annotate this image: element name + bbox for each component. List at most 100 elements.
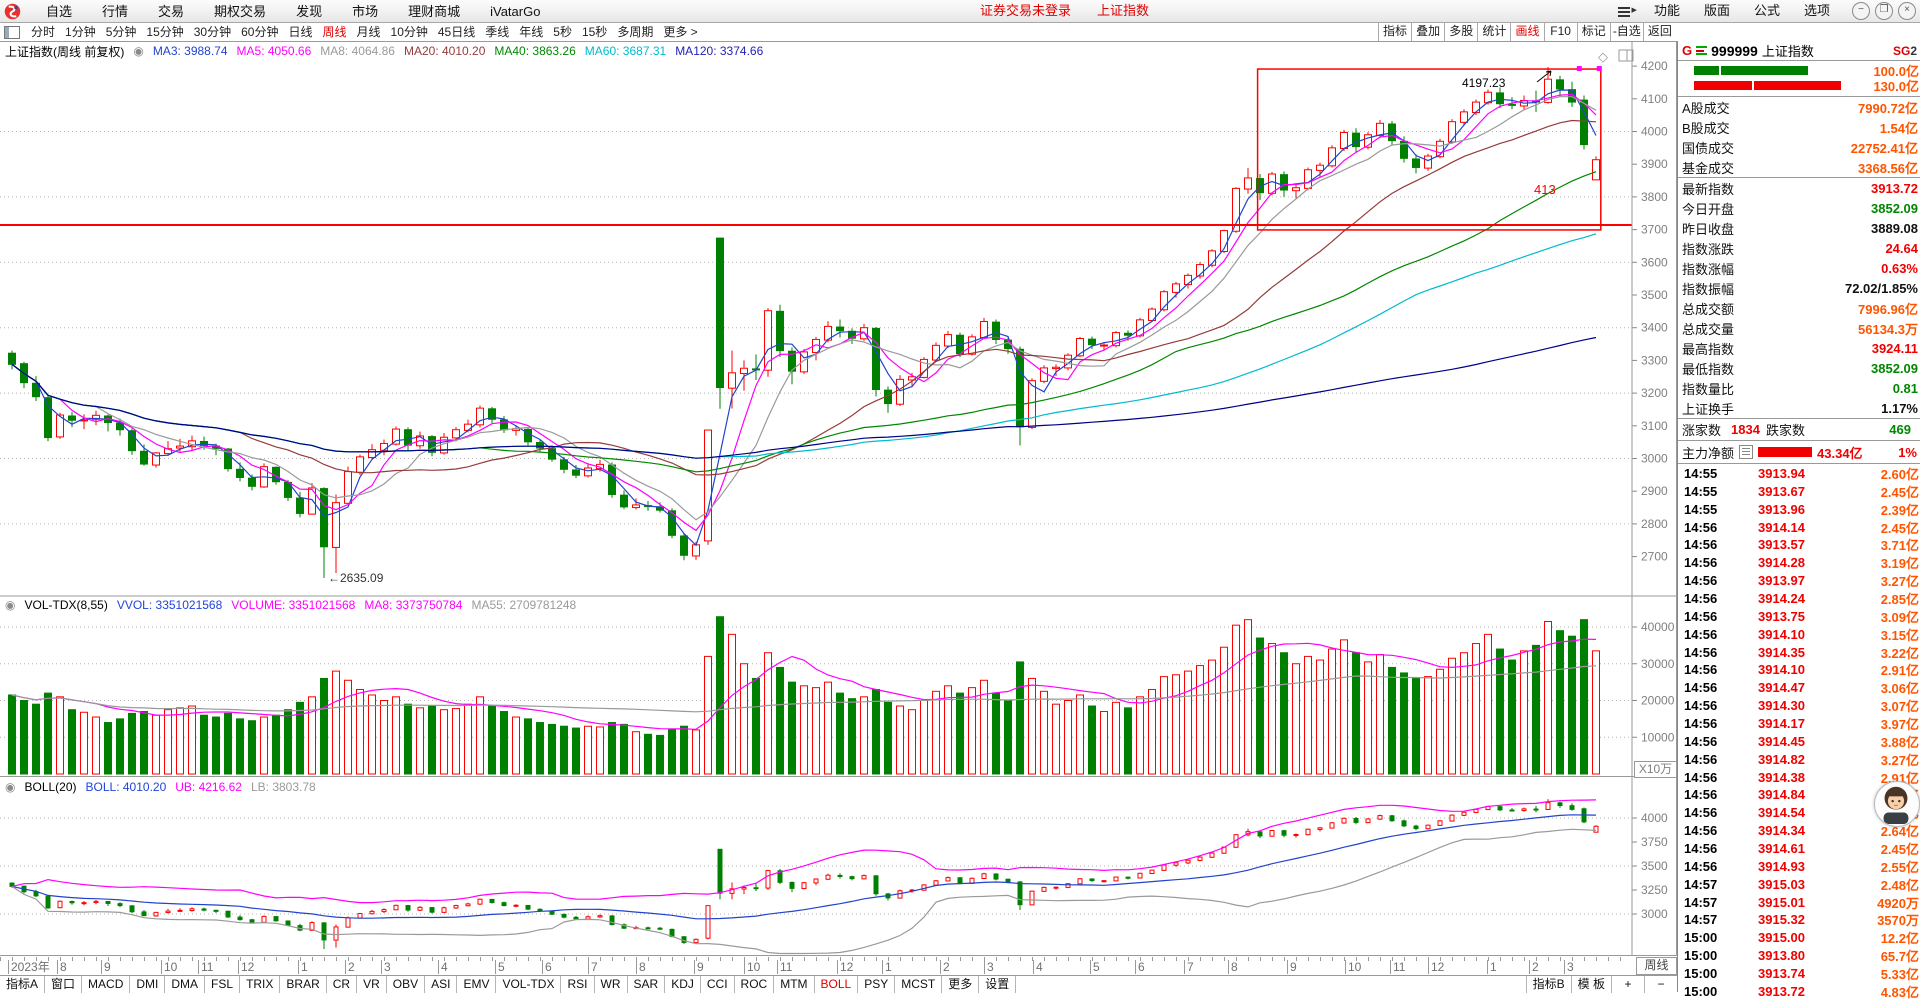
indicator-BRAR[interactable]: BRAR (280, 976, 326, 993)
quote-row: 指数涨跌24.64 (1678, 238, 1920, 258)
volume-values: VVOL: 3351021568VOLUME: 3351021568MA8: 3… (117, 598, 576, 612)
timeframe-日线[interactable]: 日线 (283, 24, 317, 41)
indicator-BOLL[interactable]: BOLL (815, 976, 859, 993)
timeframe-10分钟[interactable]: 10分钟 (386, 24, 433, 41)
indicator-VR[interactable]: VR (357, 976, 387, 993)
split-window-icon[interactable] (4, 26, 20, 39)
indicator-PSY[interactable]: PSY (858, 976, 895, 993)
tool-统计[interactable]: 统计 (1477, 23, 1510, 41)
menu-期权交易[interactable]: 期权交易 (199, 1, 281, 22)
quote-label: 基金成交 (1682, 158, 1734, 177)
menu-市场[interactable]: 市场 (337, 1, 393, 22)
timeframe-45日线[interactable]: 45日线 (433, 24, 480, 41)
timeframe-15分钟[interactable]: 15分钟 (141, 24, 188, 41)
menu-发现[interactable]: 发现 (281, 1, 337, 22)
timeframe-60分钟[interactable]: 60分钟 (236, 24, 283, 41)
indicator-KDJ[interactable]: KDJ (665, 976, 701, 993)
timeframe-多周期[interactable]: 多周期 (612, 24, 658, 41)
timeframe-分时[interactable]: 分时 (26, 24, 60, 41)
svg-text:3900: 3900 (1641, 157, 1668, 171)
indicator-MACD[interactable]: MACD (82, 976, 130, 993)
indicator-ROC[interactable]: ROC (735, 976, 775, 993)
timeframe-15秒[interactable]: 15秒 (577, 24, 612, 41)
indicator-ASI[interactable]: ASI (425, 976, 457, 993)
indicator-CCI[interactable]: CCI (701, 976, 735, 993)
menu-自选[interactable]: 自选 (31, 1, 87, 22)
multi-window-icon[interactable] (1618, 5, 1636, 17)
indicator-WR[interactable]: WR (595, 976, 628, 993)
indicator-指标A[interactable]: 指标A (0, 976, 45, 993)
time-axis-label: 12 (837, 960, 853, 974)
indicator-SAR[interactable]: SAR (628, 976, 666, 993)
indicator-MTM[interactable]: MTM (774, 976, 814, 993)
indicator-RSI[interactable]: RSI (561, 976, 594, 993)
menu-行情[interactable]: 行情 (87, 1, 143, 22)
indicator-MCST[interactable]: MCST (895, 976, 942, 993)
detail-icon[interactable] (1739, 445, 1753, 459)
indicator-value: MA40: 3863.26 (494, 44, 575, 58)
collapse-icon[interactable]: ◉ (5, 780, 15, 794)
timeframe-5分钟[interactable]: 5分钟 (101, 24, 142, 41)
close-button[interactable]: × (1898, 2, 1916, 20)
indicator-FSL[interactable]: FSL (205, 976, 240, 993)
tool--自选[interactable]: -自选 (1610, 23, 1643, 41)
indicator-设置[interactable]: 设置 (979, 976, 1016, 993)
tick-list[interactable]: 14:553913.942.60亿14:553913.672.45亿14:553… (1678, 464, 1920, 1000)
indicator-DMA[interactable]: DMA (165, 976, 205, 993)
menu-版面[interactable]: 版面 (1692, 0, 1742, 21)
tool-画线[interactable]: 画线 (1510, 23, 1543, 41)
timeframe-季线[interactable]: 季线 (480, 24, 514, 41)
indicator-TRIX[interactable]: TRIX (240, 976, 280, 993)
tool-F10[interactable]: F10 (1544, 23, 1577, 41)
indicator-right-模 板[interactable]: 模 板 (1571, 976, 1611, 993)
time-axis-label: 3 (1564, 960, 1574, 974)
quote-label: 指数量比 (1682, 379, 1734, 398)
tool-标记[interactable]: 标记 (1577, 23, 1610, 41)
assistant-avatar[interactable] (1874, 781, 1920, 827)
menu-选项[interactable]: 选项 (1792, 0, 1842, 21)
menu-iVatarGo[interactable]: iVatarGo (475, 1, 555, 22)
tool-叠加[interactable]: 叠加 (1411, 23, 1444, 41)
collapse-icon[interactable]: ◉ (5, 598, 15, 612)
menu-理财商城[interactable]: 理财商城 (393, 1, 475, 22)
indicator-OBV[interactable]: OBV (387, 976, 425, 993)
time-axis-label: 2 (345, 960, 355, 974)
tool-指标[interactable]: 指标 (1378, 23, 1411, 41)
indicator-CR[interactable]: CR (327, 976, 357, 993)
indicator-right-+[interactable]: + (1611, 976, 1644, 993)
timeframe-更多 >[interactable]: 更多 > (658, 24, 702, 41)
quote-label: A股成交 (1682, 98, 1730, 117)
time-axis-label: 5 (495, 960, 505, 974)
menu-items: 自选行情交易期权交易发现市场理财商城iVatarGo (31, 1, 555, 22)
outflow-bar-row: 130.0亿 (1694, 78, 1919, 93)
collapse-icon[interactable]: ◉ (133, 44, 143, 58)
quote-label: 上证换手 (1682, 399, 1734, 418)
timeframe-5秒[interactable]: 5秒 (548, 24, 577, 41)
minimize-button[interactable]: − (1852, 2, 1870, 20)
timeframe-30分钟[interactable]: 30分钟 (189, 24, 236, 41)
indicator-right-−[interactable]: − (1644, 976, 1677, 993)
indicator-VOL-TDX[interactable]: VOL-TDX (496, 976, 561, 993)
main-chart-canvas[interactable]: 2700280029003000310032003300340035003600… (0, 41, 1677, 956)
restore-button[interactable]: ❐ (1875, 2, 1893, 20)
svg-text:30000: 30000 (1641, 657, 1675, 671)
chart-region[interactable]: 2700280029003000310032003300340035003600… (0, 41, 1677, 956)
indicator-right-指标B[interactable]: 指标B (1526, 976, 1571, 993)
boll-candles (10, 799, 1598, 949)
svg-text:3100: 3100 (1641, 419, 1668, 433)
menu-公式[interactable]: 公式 (1742, 0, 1792, 21)
menu-功能[interactable]: 功能 (1642, 0, 1692, 21)
timeframe-1分钟[interactable]: 1分钟 (60, 24, 101, 41)
tool-多股[interactable]: 多股 (1444, 23, 1477, 41)
timeframe-周线[interactable]: 周线 (317, 24, 351, 41)
period-indicator[interactable]: 周线 (1636, 957, 1677, 975)
tool-返回[interactable]: 返回 (1643, 23, 1676, 41)
indicator-更多[interactable]: 更多 (942, 976, 979, 993)
timeframe-月线[interactable]: 月线 (352, 24, 386, 41)
indicator-EMV[interactable]: EMV (457, 976, 496, 993)
timeframe-年线[interactable]: 年线 (514, 24, 548, 41)
indicator-DMI[interactable]: DMI (130, 976, 165, 993)
time-axis-label: 7 (1184, 960, 1194, 974)
indicator-窗口[interactable]: 窗口 (45, 976, 82, 993)
menu-交易[interactable]: 交易 (143, 1, 199, 22)
